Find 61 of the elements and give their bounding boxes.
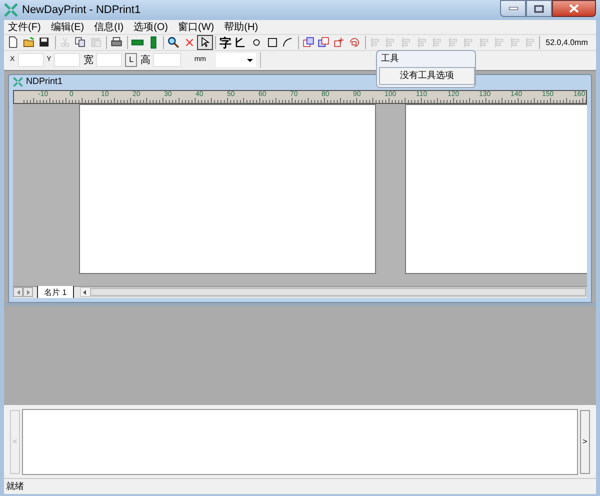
menu-item[interactable]: 窗口(W) (178, 20, 214, 34)
document-icon (13, 77, 23, 88)
layers-icon (302, 36, 315, 49)
input-field[interactable] (96, 53, 122, 68)
align-icon (400, 36, 413, 49)
status-text: 就绪 (6, 480, 24, 493)
app-icon (4, 3, 18, 17)
horizontal-scrollbar[interactable] (80, 287, 587, 298)
save-icon (38, 36, 52, 49)
minimize-button[interactable] (500, 0, 526, 17)
scroll-right-button[interactable]: > (580, 410, 590, 474)
magnifier-button[interactable] (166, 35, 182, 50)
tab-right-button[interactable] (23, 287, 33, 298)
tab-left-button[interactable] (13, 287, 23, 298)
left-arrow-icon (16, 290, 20, 295)
right-arrow-icon (26, 290, 30, 295)
window-title: NewDayPrint - NDPrint1 (22, 2, 141, 18)
align-icon (416, 36, 429, 49)
menu-item[interactable]: 编辑(E) (50, 20, 84, 34)
text-tool-button[interactable]: 字 (217, 35, 234, 50)
arc-icon (281, 36, 294, 49)
input-field[interactable] (18, 53, 44, 68)
maximize-icon (534, 4, 544, 12)
left-arrow-icon (82, 290, 86, 295)
open-folder-icon (22, 36, 36, 49)
close-icon (569, 4, 579, 13)
lock-button[interactable]: L (125, 53, 138, 68)
menu-item[interactable]: 帮助(H) (224, 20, 258, 34)
height-label: 高 (140, 54, 150, 68)
align-icon (368, 36, 382, 49)
minimize-icon (508, 7, 518, 10)
menu-item[interactable]: 选项(O) (134, 20, 168, 34)
no-tool-options-button[interactable]: 没有工具选项 (379, 66, 475, 84)
menu-item[interactable]: 文件(F) (8, 20, 41, 34)
paste-icon (90, 36, 103, 49)
bring-front-icon (332, 36, 346, 49)
width-label: 宽 (83, 54, 94, 68)
copy-icon (74, 36, 88, 49)
input-field[interactable] (54, 53, 80, 68)
maximize-button[interactable] (526, 0, 552, 17)
menu-item[interactable]: 信息(I) (94, 20, 124, 34)
document-title: NDPrint1 (26, 75, 63, 88)
sheet-tab[interactable]: 名片 1 (37, 286, 74, 298)
dropdown-caret-icon (247, 58, 254, 62)
pointer-button[interactable] (196, 35, 212, 50)
popup-title: 工具 (380, 52, 400, 65)
close-button[interactable] (552, 0, 596, 17)
layers-icon (317, 36, 330, 49)
scissors-icon (58, 36, 72, 49)
rectangle-icon (266, 36, 279, 49)
polyline-icon (234, 36, 248, 49)
align-icon (446, 36, 460, 49)
printer-icon (110, 36, 124, 49)
align-icon (508, 36, 522, 49)
magnifier-icon (167, 36, 180, 49)
layers-button[interactable] (300, 35, 316, 50)
position-readout: 52.0,4.0mm (544, 36, 589, 48)
layers-button[interactable] (316, 35, 332, 50)
rotate-icon (348, 36, 362, 49)
input-field[interactable] (153, 53, 182, 68)
align-icon (478, 36, 491, 49)
